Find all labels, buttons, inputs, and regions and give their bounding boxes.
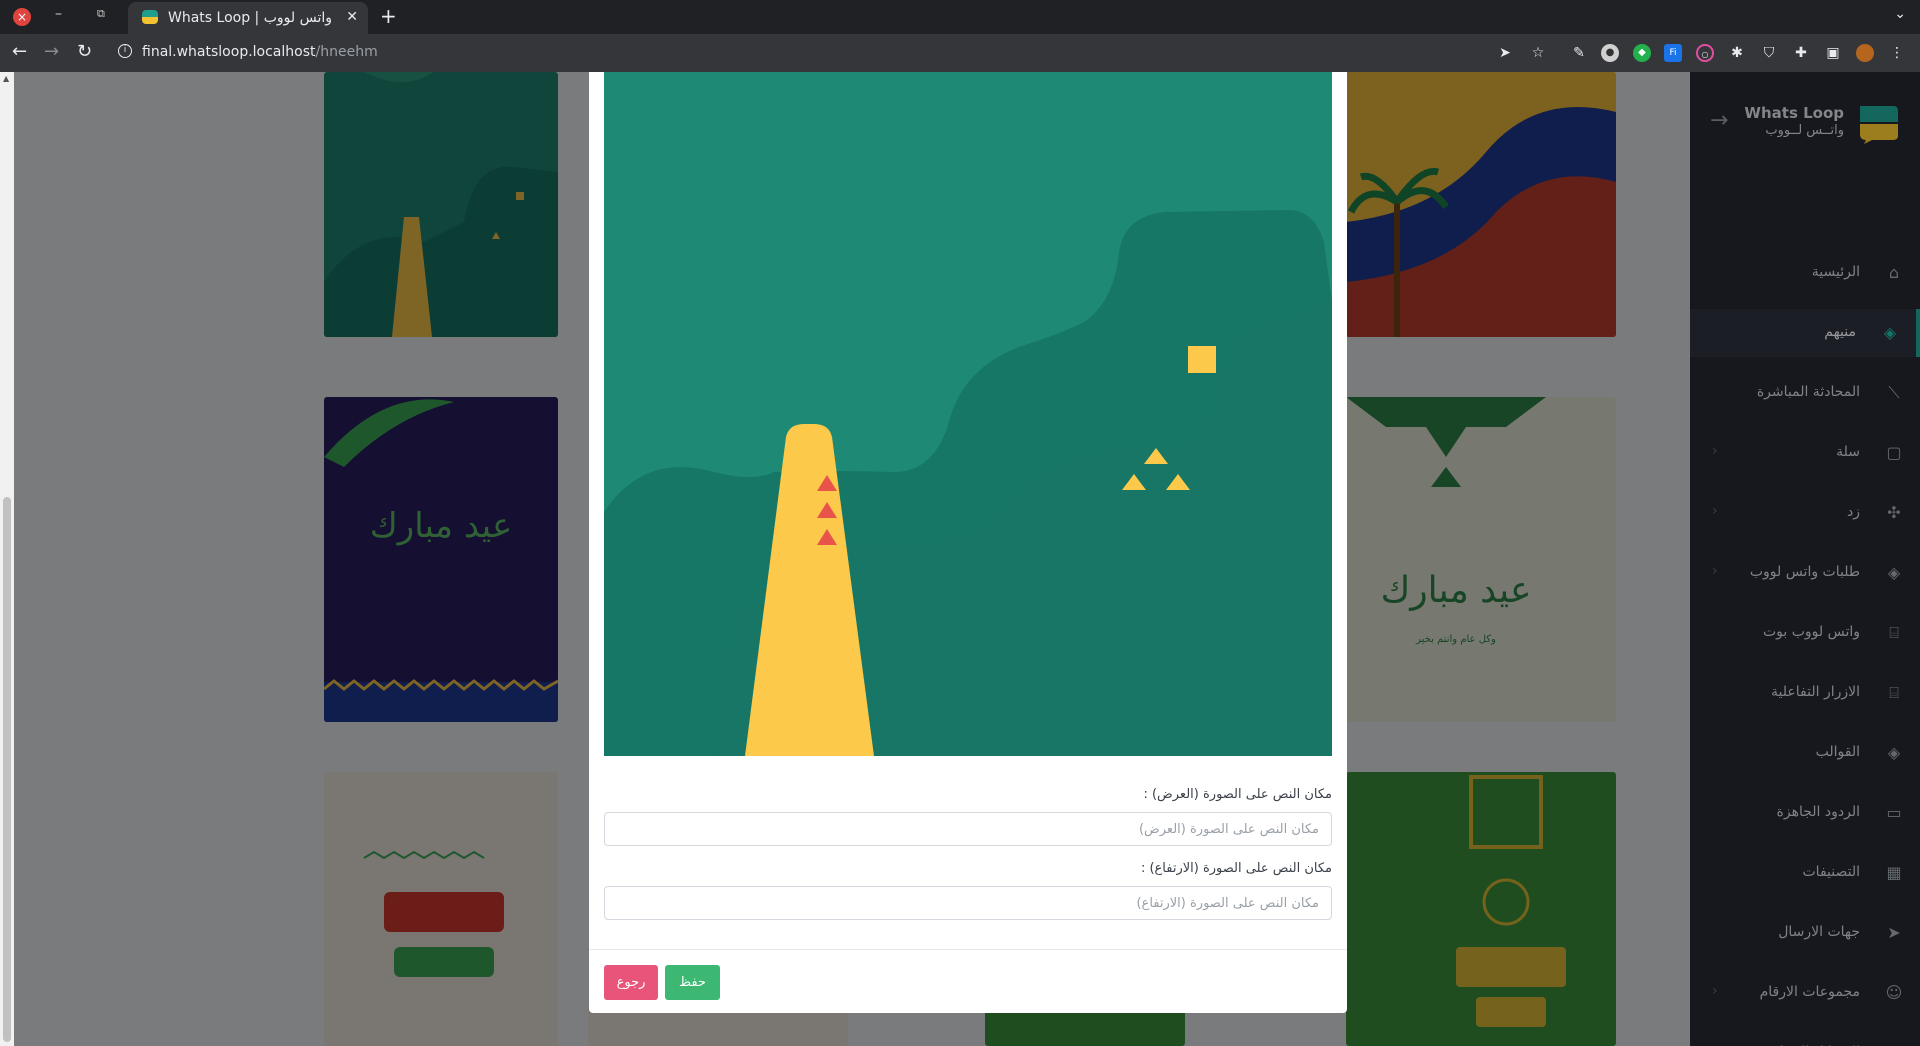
window-minimize-icon[interactable]: – [55,6,62,22]
tab-title: Whats Loop | واتس لووب [168,10,333,26]
sidebar: → Whats Loop واتــس لــووب ⌂ الرئيسية ◈ مني… [1690,72,1920,1046]
shield-extension-icon[interactable]: ⛉ [1760,44,1778,62]
template-preview-image [604,72,1332,756]
green-extension-icon[interactable]: ◆ [1633,44,1651,62]
bookmark-star-icon[interactable]: ☆ [1529,44,1547,62]
template-illustration [604,72,1332,756]
window-close-icon[interactable]: × [13,8,31,26]
text-x-position-input[interactable] [604,812,1332,846]
gear-extension-icon[interactable]: ✱ [1728,44,1746,62]
sidepanel-icon[interactable]: ▣ [1824,44,1842,62]
tab-close-icon[interactable]: ✕ [346,9,358,25]
tab-search-chevron-icon[interactable]: ⌄ [1894,6,1906,22]
text-y-position-label: مكان النص على الصورة (الارتفاع) : [1140,861,1332,876]
browser-tab[interactable]: Whats Loop | واتس لووب ✕ [128,2,368,34]
save-button[interactable]: حفظ [665,965,720,1000]
text-y-position-input[interactable] [604,886,1332,920]
reload-icon[interactable]: ↻ [77,42,92,62]
browser-toolbar: ← → ↻ i final.whatsloop.localhost/hneehm… [0,34,1920,72]
pen-extension-icon[interactable]: ✎ [1570,44,1588,62]
color-extension-icon[interactable]: ○ [1696,44,1714,62]
blue-extension-icon[interactable]: Fi [1664,44,1682,62]
profile-avatar[interactable] [1856,44,1874,62]
text-x-position-label: مكان النص على الصورة (العرض) : [1143,787,1332,802]
url-host: final.whatsloop.localhost [142,44,316,60]
forward-arrow-icon[interactable]: → [44,42,59,62]
new-tab-button[interactable]: + [380,4,397,28]
scroll-up-icon[interactable]: ▲ [3,74,9,83]
address-bar[interactable]: final.whatsloop.localhost/hneehm [142,44,378,60]
back-arrow-icon[interactable]: ← [12,42,27,62]
scroll-thumb[interactable] [3,497,11,1042]
site-info-icon[interactable]: i [118,44,132,58]
grey-extension-icon[interactable]: ● [1601,44,1619,62]
whatsloop-favicon-icon [142,10,158,24]
modal-footer-divider [589,949,1347,950]
page-scrollbar[interactable]: ▲ [0,72,14,1046]
back-button[interactable]: رجوع [604,965,658,1000]
puzzle-extensions-icon[interactable]: ✚ [1792,44,1810,62]
url-path: /hneehm [315,44,378,60]
sidebar-dim-overlay [1690,72,1920,1046]
send-page-icon[interactable]: ➤ [1496,44,1514,62]
window-restore-icon[interactable]: ⧉ [97,7,105,21]
page-viewport: ▲ عيد مبارك [0,72,1920,1046]
browser-tab-bar: × – ⧉ Whats Loop | واتس لووب ✕ + ⌄ [0,0,1920,34]
template-edit-modal: مكان النص على الصورة (العرض) : مكان النص… [589,72,1347,1013]
browser-menu-icon[interactable]: ⋮ [1888,44,1906,62]
